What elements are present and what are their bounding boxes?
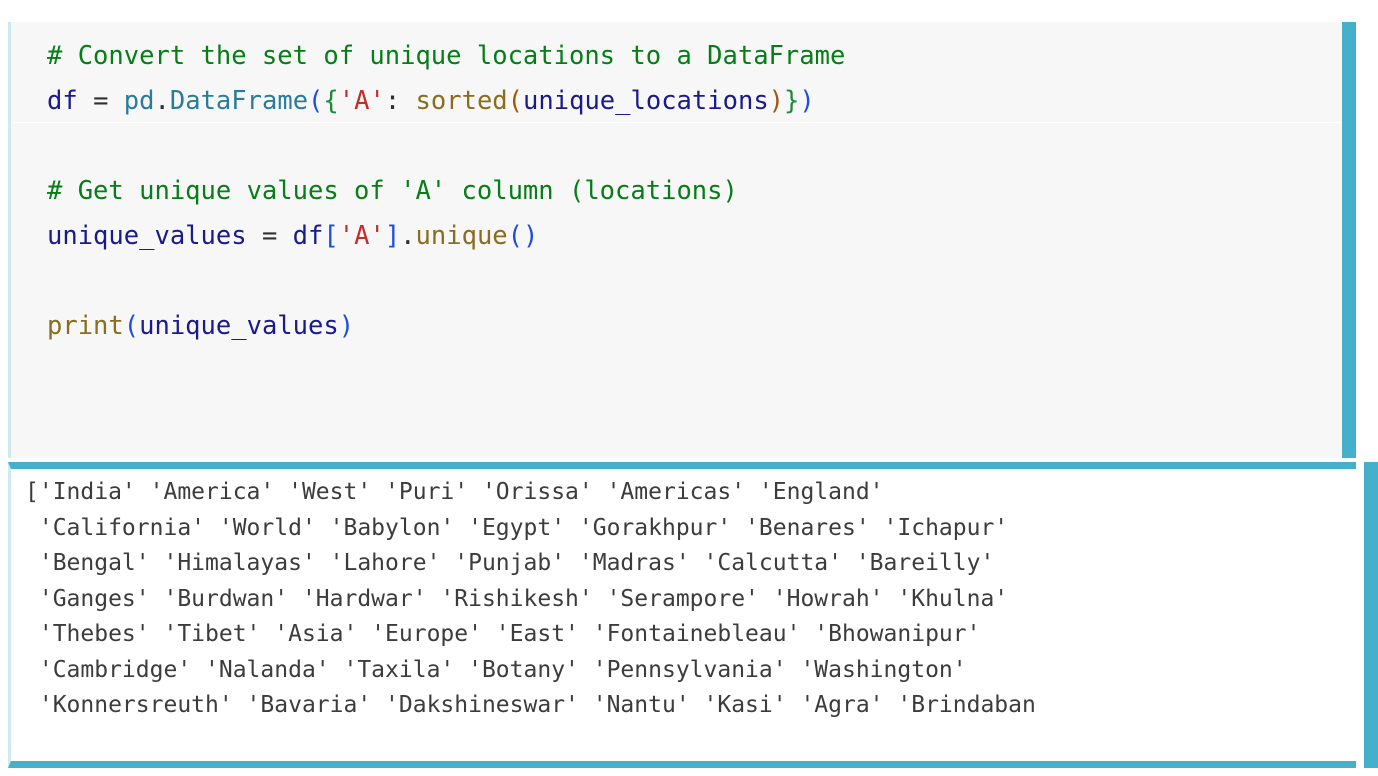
- output-line: 'California' 'World' 'Babylon' 'Egypt' '…: [25, 514, 1009, 541]
- code-cell-scrollbar[interactable]: [1342, 22, 1356, 458]
- code-line[interactable]: # Convert the set of unique locations to…: [47, 34, 1356, 79]
- code-token: df: [47, 86, 78, 116]
- code-editor-area[interactable]: # Convert the set of unique locations to…: [11, 22, 1356, 349]
- output-line: 'Konnersreuth' 'Bavaria' 'Dakshineswar' …: [25, 692, 1036, 718]
- code-token: pd: [123, 86, 155, 116]
- code-token: 'A': [338, 86, 385, 116]
- code-token: unique_values: [139, 311, 339, 341]
- code-token: (: [123, 311, 140, 341]
- output-line: 'Thebes' 'Tibet' 'Asia' 'Europe' 'East' …: [25, 621, 981, 647]
- code-line[interactable]: # Get unique values of 'A' column (locat…: [47, 169, 1356, 214]
- code-token: =: [93, 86, 109, 116]
- code-line-divider: [14, 122, 1356, 123]
- output-text-area: ['India' 'America' 'West' 'Puri' 'Orissa…: [11, 469, 1356, 724]
- code-line[interactable]: df = pd.DataFrame({'A': sorted(unique_lo…: [47, 79, 1356, 124]
- code-token: ): [799, 86, 815, 116]
- code-line[interactable]: [47, 259, 1356, 304]
- code-token: unique_values: [47, 221, 247, 251]
- code-token: :: [384, 86, 401, 116]
- code-token: =: [261, 221, 278, 251]
- output-line: 'Cambridge' 'Nalanda' 'Taxila' 'Botany' …: [25, 656, 967, 683]
- code-line[interactable]: unique_values = df['A'].unique(): [47, 214, 1356, 259]
- code-token: }: [784, 86, 800, 116]
- output-cell-scrollbar[interactable]: [1364, 462, 1378, 768]
- code-token: sorted: [415, 86, 508, 116]
- code-token: {: [323, 86, 339, 116]
- code-token: ): [338, 311, 355, 341]
- code-token: ]: [384, 221, 401, 251]
- code-line[interactable]: [47, 124, 1356, 169]
- code-token: ): [523, 221, 539, 251]
- code-token: 'A': [338, 221, 385, 251]
- code-token: # Get unique values of 'A' column (locat…: [47, 176, 738, 206]
- code-token: (: [308, 86, 324, 116]
- code-token: (: [507, 86, 524, 116]
- code-token: # Convert the set of unique locations to…: [47, 41, 846, 71]
- output-line: ['India' 'America' 'West' 'Puri' 'Orissa…: [25, 479, 884, 505]
- code-token: DataFrame: [169, 86, 309, 116]
- code-token: (: [507, 221, 524, 251]
- code-token: df: [292, 221, 324, 251]
- code-token: unique: [415, 221, 508, 251]
- code-line[interactable]: print(unique_values): [47, 304, 1356, 349]
- code-token: print: [47, 311, 124, 341]
- notebook-screenshot: # Convert the set of unique locations to…: [0, 0, 1378, 776]
- code-cell[interactable]: # Convert the set of unique locations to…: [8, 22, 1356, 458]
- code-token: [: [323, 221, 339, 251]
- code-token: .: [154, 86, 170, 116]
- output-cell: ['India' 'America' 'West' 'Puri' 'Orissa…: [8, 462, 1356, 768]
- code-token: .: [400, 221, 416, 251]
- output-line: 'Bengal' 'Himalayas' 'Lahore' 'Punjab' '…: [25, 550, 995, 576]
- code-token: unique_locations: [523, 86, 769, 116]
- code-token: ): [768, 86, 785, 116]
- output-line: 'Ganges' 'Burdwan' 'Hardwar' 'Rishikesh'…: [25, 585, 1009, 612]
